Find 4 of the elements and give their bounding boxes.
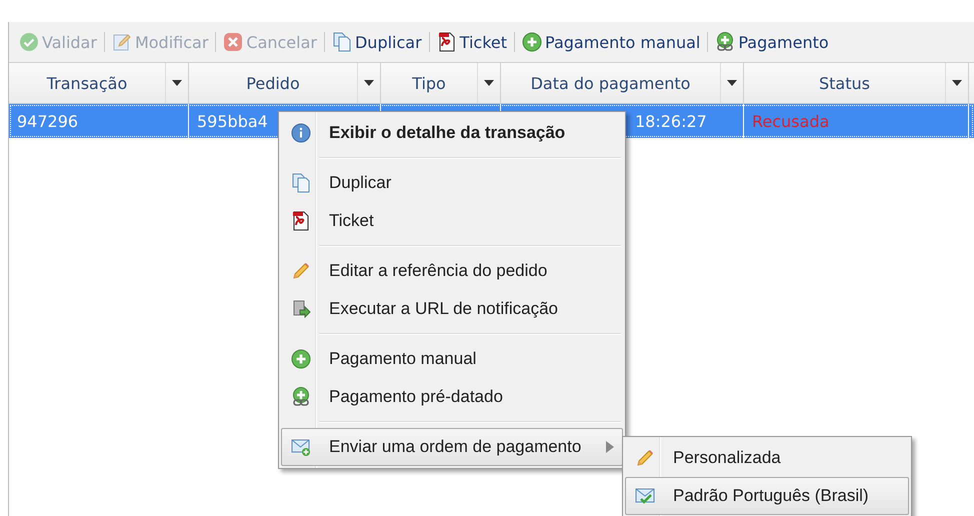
table-cell: Recusada — [752, 112, 830, 130]
table-cell: 947296 — [17, 112, 78, 130]
table-cell: 18:26:27 — [635, 112, 707, 130]
table-cell: 595bba4 — [197, 112, 268, 130]
